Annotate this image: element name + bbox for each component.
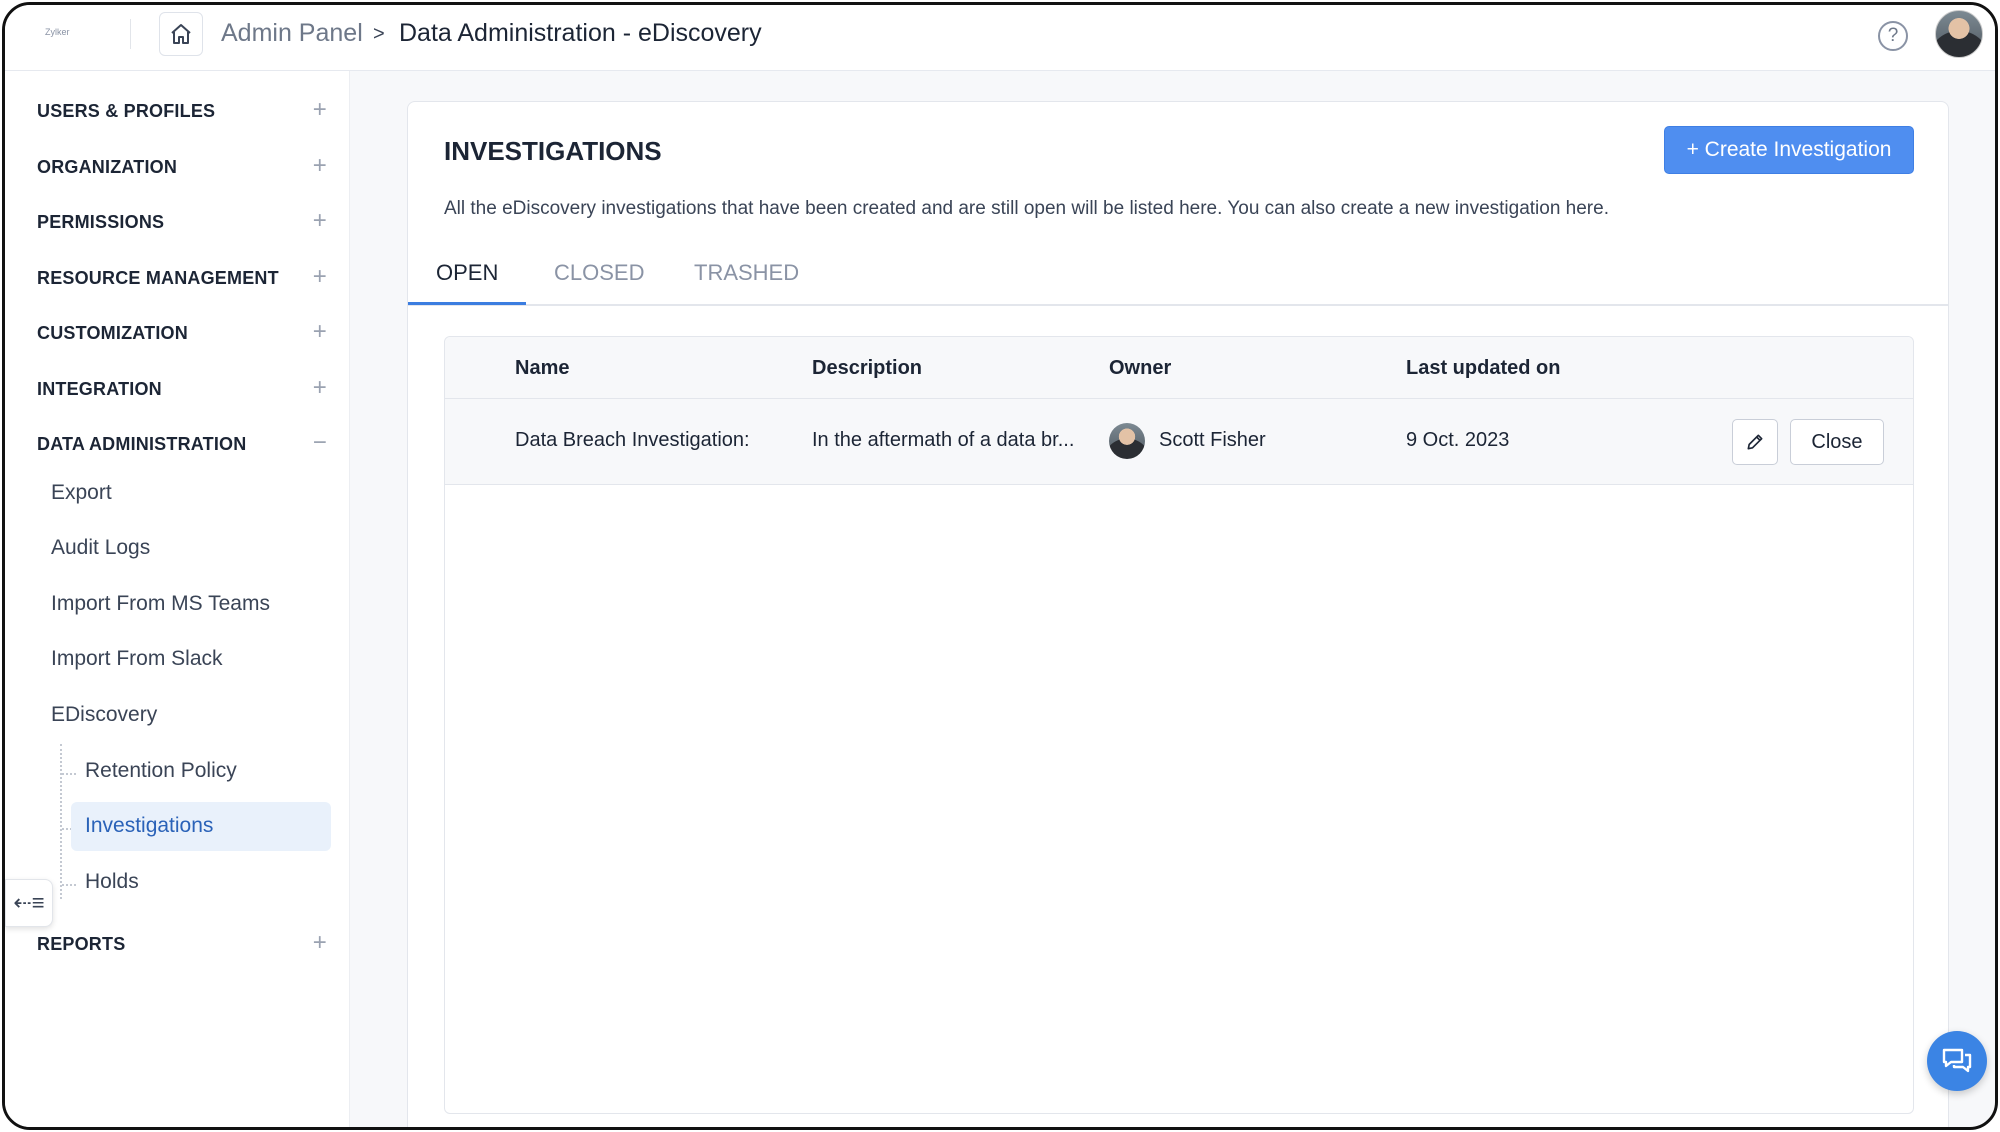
cell-last-updated: 9 Oct. 2023 xyxy=(1406,429,1510,451)
column-header-owner[interactable]: Owner xyxy=(1109,357,1171,380)
cell-owner: Scott Fisher xyxy=(1159,429,1266,451)
logo-divider xyxy=(130,19,131,49)
tree-branch xyxy=(62,773,76,775)
pencil-icon xyxy=(1747,434,1763,450)
expand-icon[interactable]: + xyxy=(313,152,327,180)
sidebar-item-import-slack[interactable]: Import From Slack xyxy=(51,647,223,671)
breadcrumb-current-page: Data Administration - eDiscovery xyxy=(399,19,762,47)
expand-icon[interactable]: + xyxy=(313,96,327,124)
column-header-last-updated[interactable]: Last updated on xyxy=(1406,357,1560,380)
active-tab-indicator xyxy=(408,302,526,305)
page-title: INVESTIGATIONS xyxy=(444,136,662,166)
home-button[interactable] xyxy=(159,12,203,56)
sidebar-section-organization[interactable]: ORGANIZATION + xyxy=(37,149,327,189)
company-logo[interactable]: Zylker xyxy=(45,27,70,37)
column-header-name[interactable]: Name xyxy=(515,357,569,380)
sidebar-section-resource-management[interactable]: RESOURCE MANAGEMENT + xyxy=(37,260,327,300)
expand-icon[interactable]: + xyxy=(313,374,327,402)
sidebar-section-customization[interactable]: CUSTOMIZATION + xyxy=(37,315,327,355)
tree-connector xyxy=(60,744,62,899)
home-icon xyxy=(171,24,191,44)
sidebar-item-ediscovery[interactable]: EDiscovery xyxy=(51,703,157,727)
expand-icon[interactable]: + xyxy=(313,318,327,346)
sidebar: USERS & PROFILES + ORGANIZATION + PERMIS… xyxy=(5,71,350,1127)
user-avatar[interactable] xyxy=(1935,10,1983,58)
top-bar: Zylker Admin Panel > Data Administration… xyxy=(5,5,1995,71)
app-frame: Zylker Admin Panel > Data Administration… xyxy=(2,2,1998,1130)
sidebar-section-integration[interactable]: INTEGRATION + xyxy=(37,371,327,411)
cell-description: In the aftermath of a data br... xyxy=(812,429,1075,451)
chat-icon xyxy=(1942,1048,1972,1073)
investigations-table: Name Description Owner Last updated on D… xyxy=(444,336,1914,1114)
chat-button[interactable] xyxy=(1927,1031,1987,1091)
expand-icon[interactable]: + xyxy=(313,207,327,235)
expand-icon[interactable]: + xyxy=(313,263,327,291)
column-header-description[interactable]: Description xyxy=(812,357,922,380)
sidebar-item-export[interactable]: Export xyxy=(51,481,112,505)
breadcrumb-admin-panel[interactable]: Admin Panel xyxy=(221,19,363,48)
table-header: Name Description Owner Last updated on xyxy=(445,337,1913,399)
collapse-sidebar-icon: ⇠≡ xyxy=(13,890,45,915)
tab-bar: OPEN CLOSED TRASHED xyxy=(408,242,1948,306)
sidebar-item-holds[interactable]: Holds xyxy=(85,870,139,894)
sidebar-item-investigations[interactable]: Investigations xyxy=(85,814,213,838)
collapse-sidebar-button[interactable]: ⇠≡ xyxy=(5,879,53,927)
sidebar-item-retention-policy[interactable]: Retention Policy xyxy=(85,759,237,783)
tab-trashed[interactable]: TRASHED xyxy=(694,260,799,286)
owner-avatar xyxy=(1109,423,1145,459)
tab-open[interactable]: OPEN xyxy=(436,260,498,286)
help-icon[interactable]: ? xyxy=(1878,21,1908,51)
edit-button[interactable] xyxy=(1732,419,1778,465)
sidebar-section-users-profiles[interactable]: USERS & PROFILES + xyxy=(37,93,327,133)
sidebar-item-import-ms-teams[interactable]: Import From MS Teams xyxy=(51,592,270,616)
expand-icon[interactable]: + xyxy=(313,929,327,957)
breadcrumb-separator: > xyxy=(373,23,385,45)
create-investigation-button[interactable]: + Create Investigation xyxy=(1664,126,1914,174)
sidebar-section-permissions[interactable]: PERMISSIONS + xyxy=(37,204,327,244)
tab-closed[interactable]: CLOSED xyxy=(554,260,644,286)
close-investigation-button[interactable]: Close xyxy=(1790,419,1884,465)
sidebar-section-data-administration[interactable]: DATA ADMINISTRATION − xyxy=(37,426,327,466)
table-row[interactable]: Data Breach Investigation: In the afterm… xyxy=(445,399,1913,485)
investigations-card: INVESTIGATIONS + Create Investigation Al… xyxy=(407,101,1949,1127)
sidebar-item-audit-logs[interactable]: Audit Logs xyxy=(51,536,150,560)
collapse-icon[interactable]: − xyxy=(313,429,327,457)
page-description: All the eDiscovery investigations that h… xyxy=(444,198,1609,219)
tree-branch xyxy=(62,884,76,886)
sidebar-section-reports[interactable]: REPORTS + xyxy=(37,926,327,966)
cell-name: Data Breach Investigation: xyxy=(515,429,750,451)
